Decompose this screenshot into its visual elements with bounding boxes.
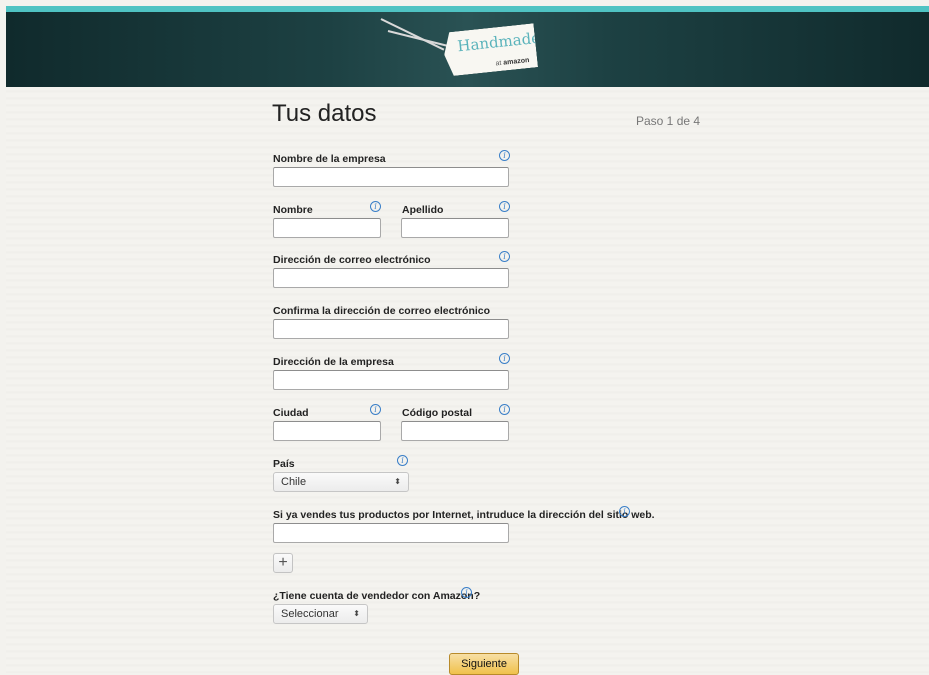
info-icon[interactable]: i bbox=[461, 587, 472, 598]
info-icon[interactable]: i bbox=[619, 506, 630, 517]
info-icon[interactable]: i bbox=[499, 150, 510, 161]
select-arrow-icon: ⬍ bbox=[394, 477, 401, 486]
email-label: Dirección de correo electrónico bbox=[273, 254, 431, 266]
first-name-input[interactable] bbox=[273, 218, 381, 238]
logo-subtitle: at amazon bbox=[495, 56, 530, 68]
logo-title: Handmade bbox=[456, 28, 541, 56]
email-confirm-label: Confirma la dirección de correo electrón… bbox=[273, 305, 491, 317]
company-name-input[interactable] bbox=[273, 167, 509, 187]
company-name-label: Nombre de la empresa bbox=[273, 153, 386, 165]
page-title: Tus datos bbox=[272, 100, 377, 127]
info-icon[interactable]: i bbox=[499, 404, 510, 415]
add-website-button[interactable]: + bbox=[273, 553, 293, 573]
select-arrow-icon: ⬍ bbox=[353, 609, 360, 618]
info-icon[interactable]: i bbox=[499, 251, 510, 262]
info-icon[interactable]: i bbox=[370, 201, 381, 212]
header-banner: Handmade at amazon bbox=[6, 12, 929, 87]
address-input[interactable] bbox=[273, 370, 509, 390]
info-icon[interactable]: i bbox=[499, 353, 510, 364]
city-label: Ciudad bbox=[273, 407, 309, 419]
info-icon[interactable]: i bbox=[397, 455, 408, 466]
info-icon[interactable]: i bbox=[370, 404, 381, 415]
country-select[interactable]: Chile ⬍ bbox=[273, 472, 409, 492]
email-input[interactable] bbox=[273, 268, 509, 288]
postal-code-input[interactable] bbox=[401, 421, 509, 441]
tag-string bbox=[387, 30, 449, 47]
country-label: País bbox=[273, 458, 295, 470]
handmade-logo[interactable]: Handmade at amazon bbox=[442, 23, 538, 76]
city-input[interactable] bbox=[273, 421, 381, 441]
next-button[interactable]: Siguiente bbox=[449, 653, 519, 675]
seller-account-select[interactable]: Seleccionar ⬍ bbox=[273, 604, 368, 624]
tag-string bbox=[380, 18, 445, 51]
website-input[interactable] bbox=[273, 523, 509, 543]
first-name-label: Nombre bbox=[273, 204, 313, 216]
step-indicator: Paso 1 de 4 bbox=[636, 114, 701, 128]
last-name-label: Apellido bbox=[402, 204, 444, 216]
seller-account-label: ¿Tiene cuenta de vendedor con Amazon? bbox=[273, 590, 481, 602]
seller-select-value: Seleccionar bbox=[281, 608, 339, 620]
info-icon[interactable]: i bbox=[499, 201, 510, 212]
country-select-value: Chile bbox=[281, 476, 307, 488]
address-label: Dirección de la empresa bbox=[273, 356, 394, 368]
last-name-input[interactable] bbox=[401, 218, 509, 238]
email-confirm-input[interactable] bbox=[273, 319, 509, 339]
website-label: Si ya vendes tus productos por Internet,… bbox=[273, 509, 655, 521]
postal-code-label: Código postal bbox=[402, 407, 472, 419]
